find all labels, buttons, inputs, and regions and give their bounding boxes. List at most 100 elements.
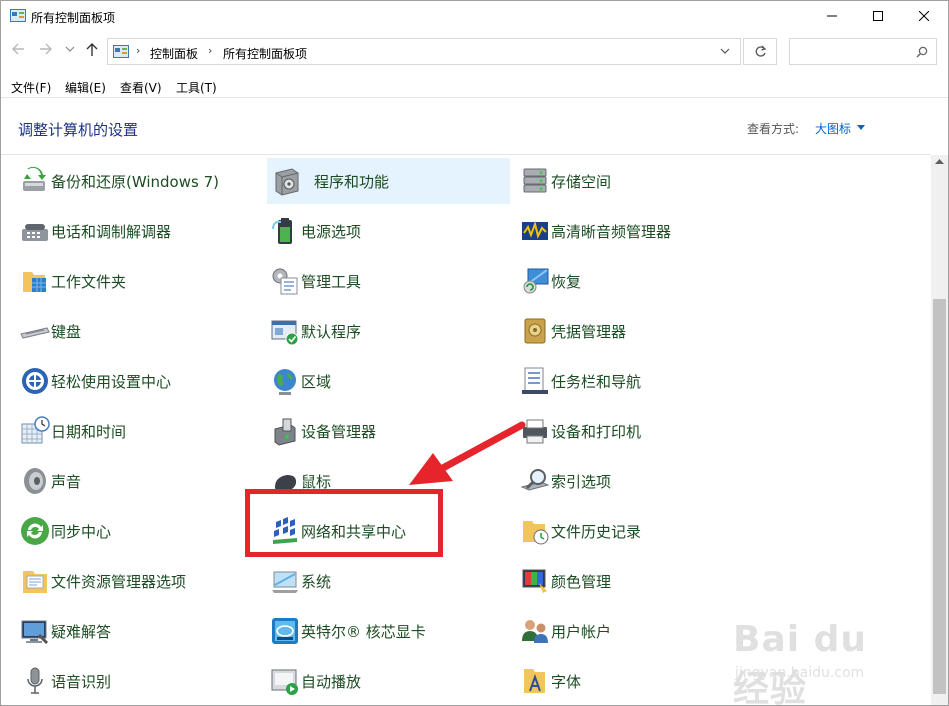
explorer-options-icon (23, 571, 47, 593)
breadcrumb-separator: › (208, 44, 213, 57)
item-programs-features[interactable]: 程序和功能 (267, 158, 510, 204)
baidu-watermark: Bai du 经验 jingyan.baidu.com (723, 619, 903, 705)
default-programs-icon (271, 320, 299, 346)
item-label: 自动播放 (301, 673, 362, 691)
ease-of-access-icon (22, 368, 48, 394)
credential-manager-icon (524, 318, 546, 344)
item-label: 恢复 (551, 273, 582, 291)
item-label: 英特尔® 核芯显卡 (301, 623, 426, 641)
menu-view[interactable]: 查看(V) (120, 79, 162, 96)
hd-audio-icon (522, 220, 548, 240)
item-region[interactable]: 区域 (253, 358, 493, 404)
back-button[interactable] (10, 41, 30, 61)
address-bar[interactable]: › 控制面板 › 所有控制面板项 (107, 38, 741, 65)
close-button[interactable] (901, 1, 947, 31)
arrow-left-icon (12, 43, 24, 55)
maximize-icon (873, 11, 883, 21)
item-sound[interactable]: 声音 (3, 458, 243, 504)
search-icon[interactable] (916, 46, 928, 58)
view-by-label: 查看方式: (747, 122, 800, 136)
item-file-history[interactable]: 文件历史记录 (503, 508, 743, 554)
page-title: 调整计算机的设置 (18, 121, 139, 139)
item-credential-manager[interactable]: 凭据管理器 (503, 308, 743, 354)
item-color-management[interactable]: 颜色管理 (503, 558, 743, 604)
scroll-thumb[interactable] (933, 299, 946, 694)
view-by-dropdown[interactable]: 大图标 (815, 120, 851, 137)
item-phone-modem[interactable]: 电话和调制解调器 (3, 208, 243, 254)
close-icon (919, 11, 929, 21)
annotation-highlight-box (245, 489, 443, 557)
menu-edit[interactable]: 编辑(E) (65, 79, 106, 96)
minimize-button[interactable] (809, 1, 855, 31)
fonts-icon (524, 669, 545, 693)
backup-restore-icon (23, 166, 46, 191)
item-fonts[interactable]: 字体 (503, 658, 743, 704)
item-devices-printers[interactable]: 设备和打印机 (503, 408, 743, 454)
item-label: 任务栏和导航 (551, 373, 642, 391)
admin-tools-icon (272, 268, 298, 295)
item-backup-restore[interactable]: 备份和还原(Windows 7) (3, 158, 243, 204)
item-label: 用户帐户 (551, 623, 612, 641)
item-sync-center[interactable]: 同步中心 (3, 508, 243, 554)
item-label: 管理工具 (301, 273, 362, 291)
device-manager-icon (274, 418, 296, 446)
item-label: 电话和调制解调器 (51, 223, 172, 241)
item-indexing-options[interactable]: 索引选项 (503, 458, 743, 504)
item-label: 同步中心 (51, 523, 112, 541)
scroll-up-icon[interactable] (935, 159, 944, 165)
caret-down-icon[interactable] (857, 125, 865, 131)
chevron-down-icon (65, 46, 75, 52)
window-title: 所有控制面板项 (31, 11, 116, 25)
watermark-url: jingyan.baidu.com (735, 665, 865, 681)
item-autoplay[interactable]: 自动播放 (253, 658, 493, 704)
item-ease-of-access[interactable]: 轻松使用设置中心 (3, 358, 243, 404)
breadcrumb-control-panel[interactable]: 控制面板 (150, 45, 198, 62)
item-label: 颜色管理 (551, 573, 612, 591)
user-accounts-icon (522, 620, 548, 643)
item-explorer-options[interactable]: 文件资源管理器选项 (3, 558, 243, 604)
forward-button[interactable] (38, 41, 58, 61)
item-taskbar-navigation[interactable]: 任务栏和导航 (503, 358, 743, 404)
item-user-accounts[interactable]: 用户帐户 (503, 608, 743, 654)
item-power-options[interactable]: 电源选项 (253, 208, 493, 254)
maximize-button[interactable] (855, 1, 901, 31)
menu-file[interactable]: 文件(F) (11, 79, 51, 96)
item-keyboard[interactable]: 键盘 (3, 308, 243, 354)
recent-locations-button[interactable] (65, 41, 85, 61)
item-work-folders[interactable]: 工作文件夹 (3, 258, 243, 304)
file-history-icon (523, 521, 549, 545)
item-storage-spaces[interactable]: 存储空间 (503, 158, 743, 204)
up-button[interactable] (84, 41, 104, 61)
intel-graphics-icon (272, 618, 298, 644)
item-label: 疑难解答 (51, 623, 112, 641)
item-recovery[interactable]: 恢复 (503, 258, 743, 304)
item-system[interactable]: 系统 (253, 558, 493, 604)
title-bar[interactable]: 所有控制面板项 (1, 1, 948, 31)
item-label: 凭据管理器 (551, 323, 627, 341)
item-hd-audio[interactable]: 高清晰音频管理器 (503, 208, 743, 254)
vertical-scrollbar[interactable] (931, 155, 948, 705)
item-default-programs[interactable]: 默认程序 (253, 308, 493, 354)
item-troubleshooting[interactable]: 疑难解答 (3, 608, 243, 654)
autoplay-icon (271, 669, 298, 695)
item-label: 键盘 (51, 323, 82, 341)
item-label: 备份和还原(Windows 7) (51, 173, 219, 191)
item-device-manager[interactable]: 设备管理器 (253, 408, 493, 454)
refresh-icon (755, 45, 767, 57)
sync-center-icon (21, 517, 49, 545)
item-speech-recognition[interactable]: 语音识别 (3, 658, 243, 704)
item-intel-graphics[interactable]: 英特尔® 核芯显卡 (253, 608, 493, 654)
item-date-time[interactable]: 日期和时间 (3, 408, 243, 454)
speech-recognition-icon (27, 667, 43, 694)
refresh-button[interactable] (743, 38, 777, 65)
search-input[interactable] (792, 41, 914, 63)
chevron-down-icon[interactable] (720, 46, 730, 56)
divider (1, 154, 931, 155)
search-box[interactable] (789, 38, 937, 65)
minimize-icon (827, 15, 837, 17)
arrow-right-icon (40, 43, 52, 55)
phone-modem-icon (22, 224, 48, 241)
menu-tools[interactable]: 工具(T) (176, 79, 217, 96)
item-admin-tools[interactable]: 管理工具 (253, 258, 493, 304)
breadcrumb-all-items[interactable]: 所有控制面板项 (223, 45, 307, 62)
